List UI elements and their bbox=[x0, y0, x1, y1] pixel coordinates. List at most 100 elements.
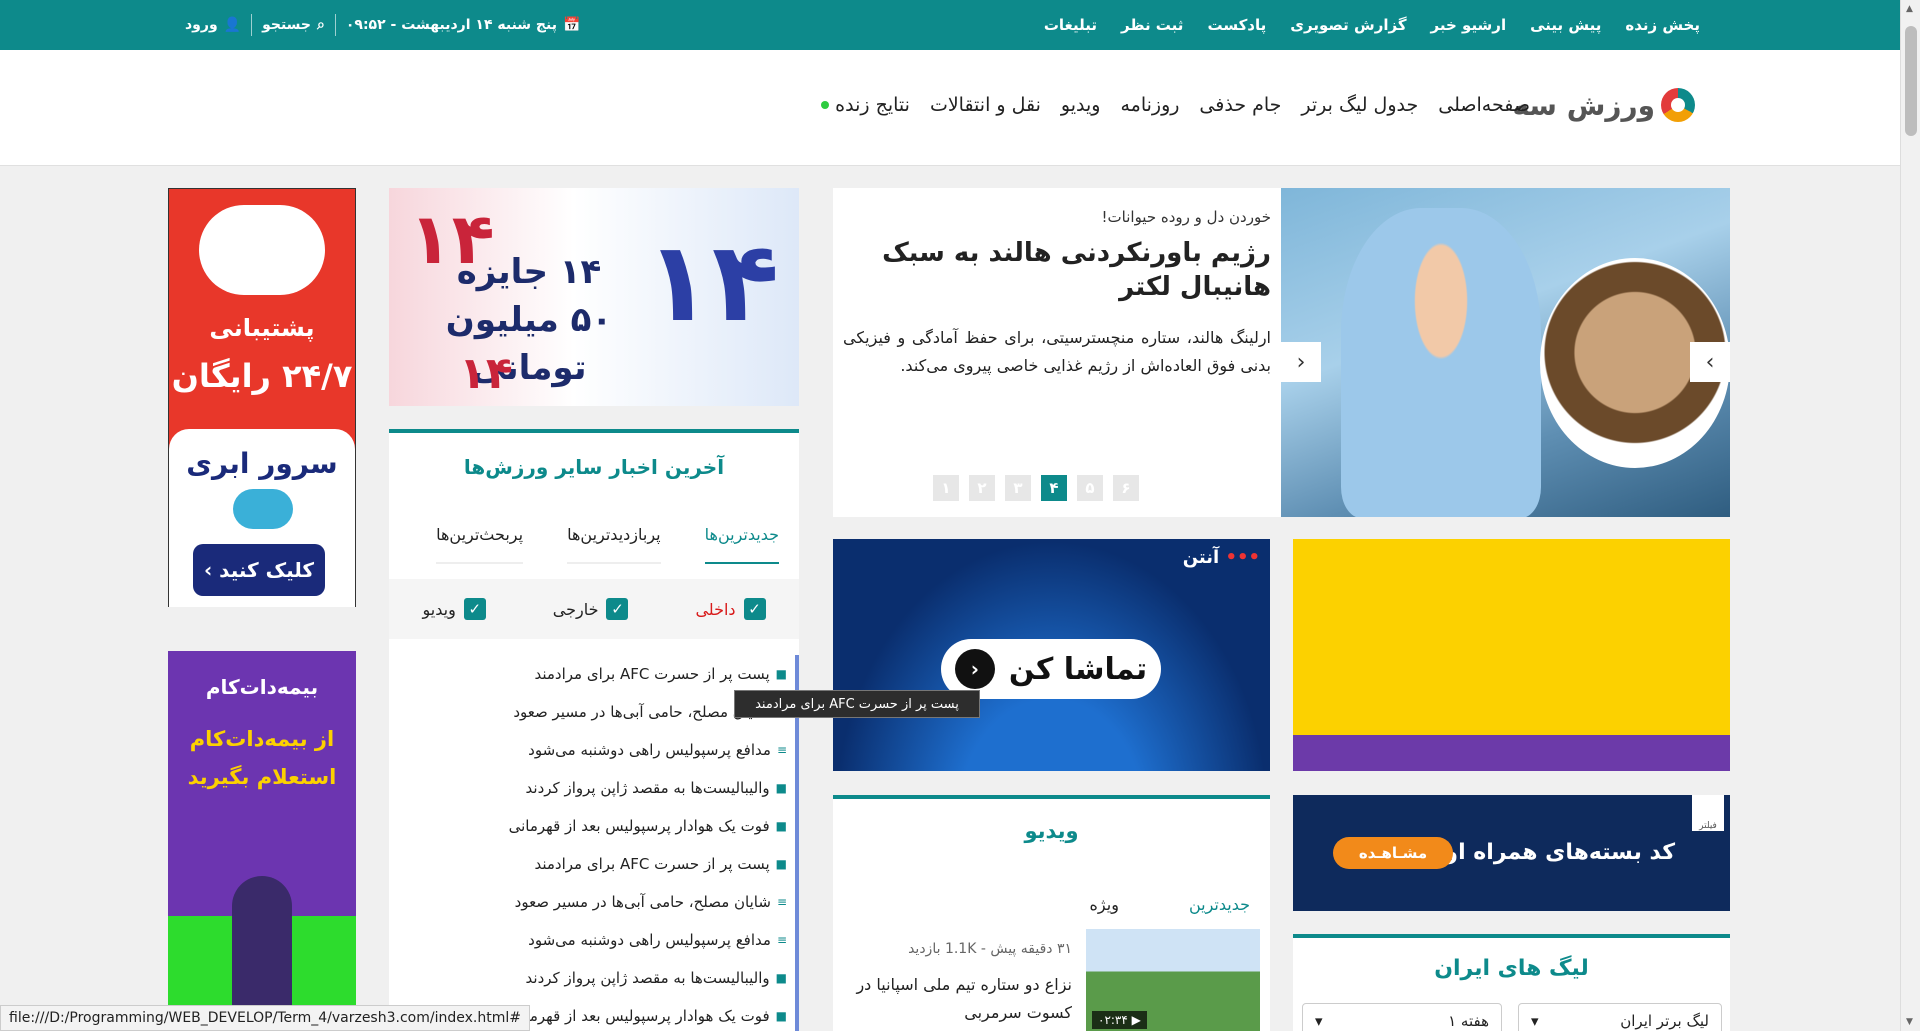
tab-most-viewed[interactable]: پربازدیدترین‌ها bbox=[567, 525, 661, 564]
top-link-comment[interactable]: ثبت نظر bbox=[1121, 16, 1183, 34]
ad-banner-cloud[interactable]: پشتیبانی ۲۴/۷ رایگان سرور ابری کلیک کنید… bbox=[168, 188, 356, 607]
hero-text: خوردن دل و روده حیوانات! رژیم باورنکردنی… bbox=[843, 208, 1271, 380]
week-select[interactable]: هفته ۱ ▾ bbox=[1302, 1003, 1502, 1031]
filter-video[interactable]: ✓ ویدیو bbox=[423, 598, 486, 620]
scroll-down-icon[interactable]: ▼ bbox=[1906, 1017, 1913, 1027]
nav-item-newspaper[interactable]: روزنامه bbox=[1120, 94, 1179, 116]
tab-newest[interactable]: جدیدترین‌ها bbox=[704, 525, 779, 564]
ad-banner-yellow[interactable] bbox=[1293, 539, 1730, 771]
ad-prize-number-bottom: ۱۴ bbox=[459, 348, 513, 399]
logo-icon bbox=[1661, 88, 1695, 122]
divider bbox=[334, 14, 336, 36]
ad-cloud-line2: ۲۴/۷ رایگان bbox=[171, 357, 353, 395]
site-logo[interactable]: ورزش سه bbox=[1512, 88, 1695, 122]
nav-item-transfers[interactable]: نقل و انتقالات bbox=[930, 94, 1041, 116]
list-item[interactable]: ■ فوت یک هوادار پرسپولیس بعد از قهرمانی bbox=[389, 807, 795, 845]
search-button[interactable]: ⌕ جستجو bbox=[262, 17, 325, 33]
list-item[interactable]: ≡ شایان مصلح، حامی آبی‌ها در مسیر صعود bbox=[389, 883, 795, 921]
tab-video-special[interactable]: ویژه bbox=[1090, 895, 1119, 914]
video-item-title[interactable]: نزاع دو ستاره تیم ملی اسپانیا در کسوت سر… bbox=[852, 971, 1072, 1027]
top-links: پخش زنده پیش بینی ارشیو خبر گزارش تصویری… bbox=[1044, 0, 1700, 50]
top-link-ads[interactable]: تبلیغات bbox=[1044, 16, 1097, 34]
nav-item-home[interactable]: صفحه‌اصلی bbox=[1438, 94, 1530, 116]
date-text: پنج شنبه ۱۴ اردیبهشت - ۰۹:۵۲ bbox=[345, 17, 557, 33]
video-title: ویدیو bbox=[1024, 819, 1079, 843]
other-sports-news: آخرین اخبار سایر ورزش‌ها جدیدترین‌ها پرب… bbox=[389, 429, 799, 1031]
top-tools: 📅 پنج شنبه ۱۴ اردیبهشت - ۰۹:۵۲ ⌕ جستجو 👤… bbox=[185, 0, 580, 50]
login-label: ورود bbox=[185, 17, 218, 33]
pager-3[interactable]: ۳ bbox=[1005, 475, 1031, 501]
tab-video-newest[interactable]: جدیدترین bbox=[1189, 895, 1250, 914]
video-icon: ■ bbox=[775, 1009, 787, 1023]
login-button[interactable]: 👤 ورود bbox=[185, 17, 241, 33]
news-tabs: جدیدترین‌ها پربازدیدترین‌ها پربحث‌ترین‌ه… bbox=[436, 525, 779, 564]
tooltip: پست پر از حسرت AFC برای مرادمند bbox=[734, 690, 980, 718]
list-item[interactable]: ■ والیبالیست‌ها به مقصد ژاپن پرواز کردند bbox=[389, 769, 795, 807]
pager-4[interactable]: ۴ bbox=[1041, 475, 1067, 501]
pager-6[interactable]: ۶ bbox=[1113, 475, 1139, 501]
scrollbar-thumb[interactable] bbox=[1905, 26, 1917, 136]
top-link-live[interactable]: پخش زنده bbox=[1625, 16, 1700, 34]
chevron-right-icon[interactable]: › bbox=[1690, 342, 1730, 382]
ad-mci-button[interactable]: مشـاهـده bbox=[1333, 837, 1453, 869]
checkbox-checked-icon[interactable]: ✓ bbox=[463, 598, 486, 620]
ad-banner-prize[interactable]: ۱۴ ۱۴ ۱۴ جایزه ۵۰ میلیون تومانی ۱۴ bbox=[389, 188, 799, 406]
hero-pager: ۶ ۵ ۴ ۳ ۲ ۱ bbox=[933, 475, 1139, 501]
tab-most-discussed[interactable]: پربحث‌ترین‌ها bbox=[436, 525, 524, 564]
video-icon: ■ bbox=[775, 857, 787, 871]
ad-banner-mci[interactable]: فیلتر کد بسته‌های همراه اول مشـاهـده bbox=[1293, 795, 1730, 911]
video-duration: ▶ ۰۲:۳۴ bbox=[1092, 1011, 1147, 1029]
player-image bbox=[1341, 208, 1541, 517]
chevron-down-icon: ▾ bbox=[1531, 1012, 1539, 1030]
cloud-icon bbox=[233, 489, 293, 529]
status-bar: file:///D:/Programming/WEB_DEVELOP/Term_… bbox=[0, 1005, 530, 1031]
ad-strip bbox=[1293, 735, 1730, 771]
list-item[interactable]: ■ پست پر از حسرت AFC برای مرادمند bbox=[389, 655, 795, 693]
hero-title[interactable]: رژیم باورنکردنی هالند به سبک هانیبال لکت… bbox=[843, 236, 1271, 304]
top-link-podcast[interactable]: پادکست bbox=[1207, 16, 1266, 34]
list-item[interactable]: ≡ مدافع پرسپولیس راهی دوشنبه می‌شود bbox=[389, 731, 795, 769]
watch-label: تماشا کن bbox=[1008, 651, 1148, 687]
divider bbox=[251, 14, 253, 36]
live-dot-icon bbox=[821, 101, 830, 109]
ad-banner-bime[interactable]: بیمه‌دات‌کام از بیمه‌دات‌کام استعلام بگی… bbox=[168, 651, 356, 1031]
filter-foreign[interactable]: ✓ خارجی bbox=[553, 598, 629, 620]
pager-2[interactable]: ۲ bbox=[969, 475, 995, 501]
list-item[interactable]: ≡ مدافع پرسپولیس راهی دوشنبه می‌شود bbox=[389, 921, 795, 959]
hero-image[interactable] bbox=[1281, 188, 1730, 517]
live-label: نتایج زنده bbox=[835, 94, 910, 116]
ad-banner-watch[interactable]: ••• آنتن تماشا کن ‹ bbox=[833, 539, 1270, 771]
top-link-photo[interactable]: گزارش تصویری bbox=[1290, 16, 1406, 34]
filter-domestic[interactable]: ✓ داخلی bbox=[695, 598, 766, 620]
calendar-icon: 📅 bbox=[563, 17, 581, 33]
nav-menu: صفحه‌اصلی جدول لیگ برتر جام حذفی روزنامه… bbox=[821, 94, 1530, 116]
chevron-left-icon[interactable]: ‹ bbox=[1281, 342, 1321, 382]
ad-cloud-line3: سرور ابری bbox=[186, 447, 338, 480]
ad-cloud-button[interactable]: کلیک کنید › bbox=[193, 544, 325, 596]
nav-item-cup[interactable]: جام حذفی bbox=[1199, 94, 1281, 116]
list-item[interactable]: ■ والیبالیست‌ها به مقصد ژاپن پرواز کردند bbox=[389, 959, 795, 997]
checkbox-checked-icon[interactable]: ✓ bbox=[606, 598, 629, 620]
video-thumbnail[interactable]: ▶ ۰۲:۳۴ bbox=[1086, 929, 1260, 1031]
chevron-down-icon: ▾ bbox=[1315, 1012, 1323, 1030]
video-icon: ■ bbox=[775, 819, 787, 833]
nav-item-video[interactable]: ویدیو bbox=[1061, 94, 1101, 116]
support-avatar bbox=[199, 205, 325, 295]
scroll-up-icon[interactable]: ▲ bbox=[1906, 4, 1913, 14]
top-link-predict[interactable]: پیش بینی bbox=[1530, 16, 1601, 34]
pager-5[interactable]: ۵ bbox=[1077, 475, 1103, 501]
league-select[interactable]: لیگ برتر ایران ▾ bbox=[1518, 1003, 1722, 1031]
pager-1[interactable]: ۱ bbox=[933, 475, 959, 501]
top-link-archive[interactable]: ارشیو خبر bbox=[1431, 16, 1507, 34]
scrollbar[interactable]: ▲ ▼ bbox=[1900, 0, 1920, 1031]
ad-mci-text: کد بسته‌های همراه اول bbox=[1425, 840, 1675, 865]
nav-item-live[interactable]: نتایج زنده bbox=[821, 94, 910, 116]
ad-bime-logo: بیمه‌دات‌کام bbox=[205, 675, 319, 699]
list-item[interactable]: ■ پست پر از حسرت AFC برای مرادمند bbox=[389, 845, 795, 883]
search-label: جستجو bbox=[262, 17, 312, 33]
nav-item-table[interactable]: جدول لیگ برتر bbox=[1301, 94, 1418, 116]
video-tabs: جدیدترین ویژه bbox=[1090, 895, 1250, 914]
checkbox-checked-icon[interactable]: ✓ bbox=[743, 598, 766, 620]
search-icon: ⌕ bbox=[317, 17, 325, 33]
ad-bime-line1: از بیمه‌دات‌کام bbox=[189, 727, 335, 751]
